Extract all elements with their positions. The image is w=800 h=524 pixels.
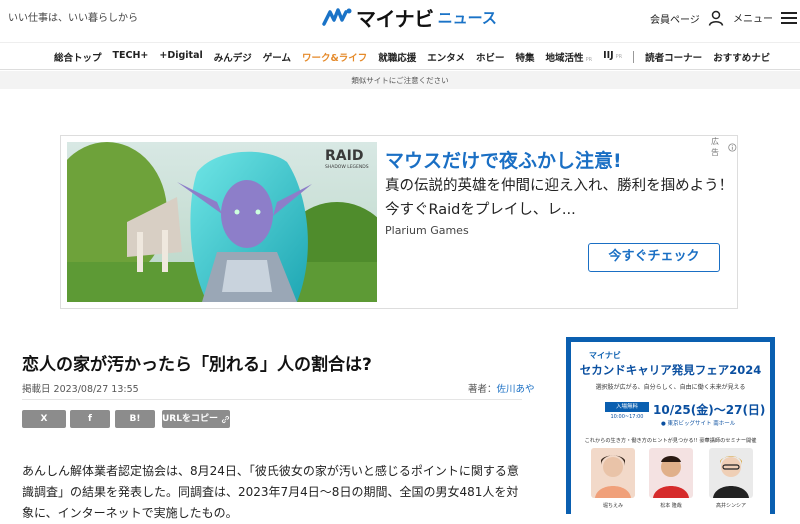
side-ad-date: 10/25(金)〜27(日) (653, 403, 766, 417)
nav-item[interactable]: 就職応援 (378, 50, 416, 64)
side-ad-free-tag: 入場無料 (605, 402, 649, 412)
side-ad-title: セカンドキャリア発見フェア2024 (579, 363, 762, 377)
nav-item[interactable]: 特集 (516, 50, 535, 64)
share-facebook-button[interactable]: f (70, 410, 110, 428)
side-ad-brand: マイナビ (589, 351, 621, 360)
logo-sub-text: ニュース (437, 8, 497, 27)
nav-item-label: 特集 (515, 53, 535, 64)
user-icon (708, 10, 724, 26)
nav-item[interactable]: IIJ PR (603, 50, 622, 64)
article-body: あんしん解体業者認定協会は、8月24日、「彼氏彼女の家が汚いと感じるポイントに関… (22, 464, 519, 520)
author-link[interactable]: 佐川あや (497, 384, 535, 395)
ad-cta-button[interactable]: 今すぐチェック (588, 243, 720, 272)
link-icon (221, 415, 230, 423)
menu-label: メニュー (733, 14, 773, 25)
ad-image-logo: RAID (325, 148, 363, 164)
phishing-notice[interactable]: 類似サイトにご注意ください (0, 71, 800, 89)
nav-item[interactable]: TECH+ (113, 50, 149, 64)
side-ad-seminar-text: これからの生き方・働き方のヒントが見つかる!! 豪華講師のセミナー開催 (584, 438, 757, 444)
category-nav: 総合トップ TECH+ +Digital みんデジ ゲーム ワーク&ライフ 就職応援 エンタメ… (0, 42, 800, 70)
site-header: いい仕事は、いい暮らしから マイナビ ニュース 会員ページ メニュー (0, 0, 800, 36)
ad-illustration: RAID SHADOW LEGENDS (67, 142, 377, 302)
share-hatena-button[interactable]: B! (115, 410, 155, 428)
nav-item[interactable]: 読者コーナー (645, 50, 702, 64)
nav-item[interactable]: みんデジ (214, 50, 252, 64)
side-ad-person-2-name: 松本 隆哉 (660, 503, 682, 509)
nav-item[interactable]: ゲーム (263, 50, 291, 64)
ad-title[interactable]: マウスだけで夜ふかし注意! (385, 146, 622, 173)
category-nav-list: 総合トップ TECH+ +Digital みんデジ ゲーム ワーク&ライフ 就職応援 エンタメ… (54, 50, 781, 64)
nav-item-label: IIJ (603, 50, 614, 61)
nav-item[interactable]: 地域活性 PR (546, 50, 593, 64)
nav-item-pr-badge: PR (615, 54, 623, 60)
nav-item[interactable]: ホビー (476, 50, 505, 64)
nav-item-pr-badge: PR (585, 57, 593, 63)
info-icon (728, 142, 737, 152)
nav-item-label: +Digital (159, 50, 203, 61)
ad-body: 真の伝説的英雄を仲間に迎え入れ、勝利を掴めよう！今すぐRaidをプレイし、レ..… (385, 178, 734, 218)
article-author: 著者：佐川あや (468, 381, 535, 395)
member-page-label: 会員ページ (650, 14, 700, 26)
side-ad-person-1-name: 堀ちえみ (602, 503, 623, 509)
nav-item-label: ホビー (476, 53, 505, 64)
side-ad-banner[interactable]: マイナビ セカンドキャリア発見フェア2024 選択肢が広がる、自分らしく、自由に… (566, 337, 775, 514)
article-date: 掲載日 2023/08/27 13:55 (22, 384, 139, 395)
menu-button[interactable]: メニュー (733, 10, 797, 25)
side-ad-person-3-name: 高井シンシア (715, 503, 746, 509)
ad-image[interactable]: RAID SHADOW LEGENDS (67, 142, 377, 302)
ad-source: Plarium Games (385, 224, 469, 237)
nav-item-label: ゲーム (262, 53, 291, 64)
nav-item-label: TECH+ (112, 50, 149, 61)
member-page-link[interactable]: 会員ページ (650, 10, 724, 26)
copy-url-label: URLをコピー (162, 414, 218, 424)
divider (22, 399, 522, 400)
ad-badge[interactable]: 広告 (711, 136, 737, 158)
nav-item-label: 総合トップ (54, 53, 102, 64)
ad-banner[interactable]: 広告 RAID SHADOW LEGENDS マウスだけで夜ふかし注意! 真の伝… (60, 135, 738, 309)
side-ad-time: 10:00~17:00 (610, 414, 644, 420)
nav-item[interactable]: エンタメ (427, 50, 465, 64)
side-ad-person-3 (709, 448, 753, 498)
nav-item-label: 就職応援 (378, 53, 417, 64)
copy-url-button[interactable]: URLをコピー (162, 410, 230, 428)
nav-item-label: みんデジ (213, 53, 252, 64)
nav-separator (633, 51, 635, 63)
hamburger-icon (781, 11, 797, 24)
side-ad-person-2 (649, 448, 693, 498)
side-ad-inner: マイナビ セカンドキャリア発見フェア2024 選択肢が広がる、自分らしく、自由に… (571, 342, 770, 514)
nav-item[interactable]: ワーク&ライフ (302, 50, 367, 64)
author-prefix: 著者： (468, 384, 497, 395)
nav-item[interactable]: +Digital (159, 50, 202, 64)
site-logo[interactable]: マイナビ ニュース (322, 4, 497, 31)
share-x-button[interactable]: X (22, 410, 66, 428)
ad-image-logo-sub: SHADOW LEGENDS (325, 164, 369, 170)
side-ad-subtitle: 選択肢が広がる、自分らしく、自由に働く未来が見える (595, 384, 746, 391)
nav-item[interactable]: おすすめナビ (713, 50, 770, 64)
nav-item-label: 地域活性 (545, 53, 584, 64)
logo-main-text: マイナビ (356, 6, 434, 31)
ad-badge-label: 広告 (711, 137, 719, 157)
side-ad-venue: ● 東京ビッグサイト 南ホール (661, 421, 736, 427)
side-ad-person-1 (591, 448, 635, 498)
nav-item-label: エンタメ (427, 53, 466, 64)
site-tagline: いい仕事は、いい暮らしから (8, 13, 138, 24)
nav-item-label: ワーク&ライフ (301, 53, 368, 64)
nav-item[interactable]: 総合トップ (54, 50, 102, 64)
mynavi-logo-icon (322, 8, 352, 26)
article-title: 恋人の家が汚かったら「別れる」人の割合は? (22, 355, 372, 375)
